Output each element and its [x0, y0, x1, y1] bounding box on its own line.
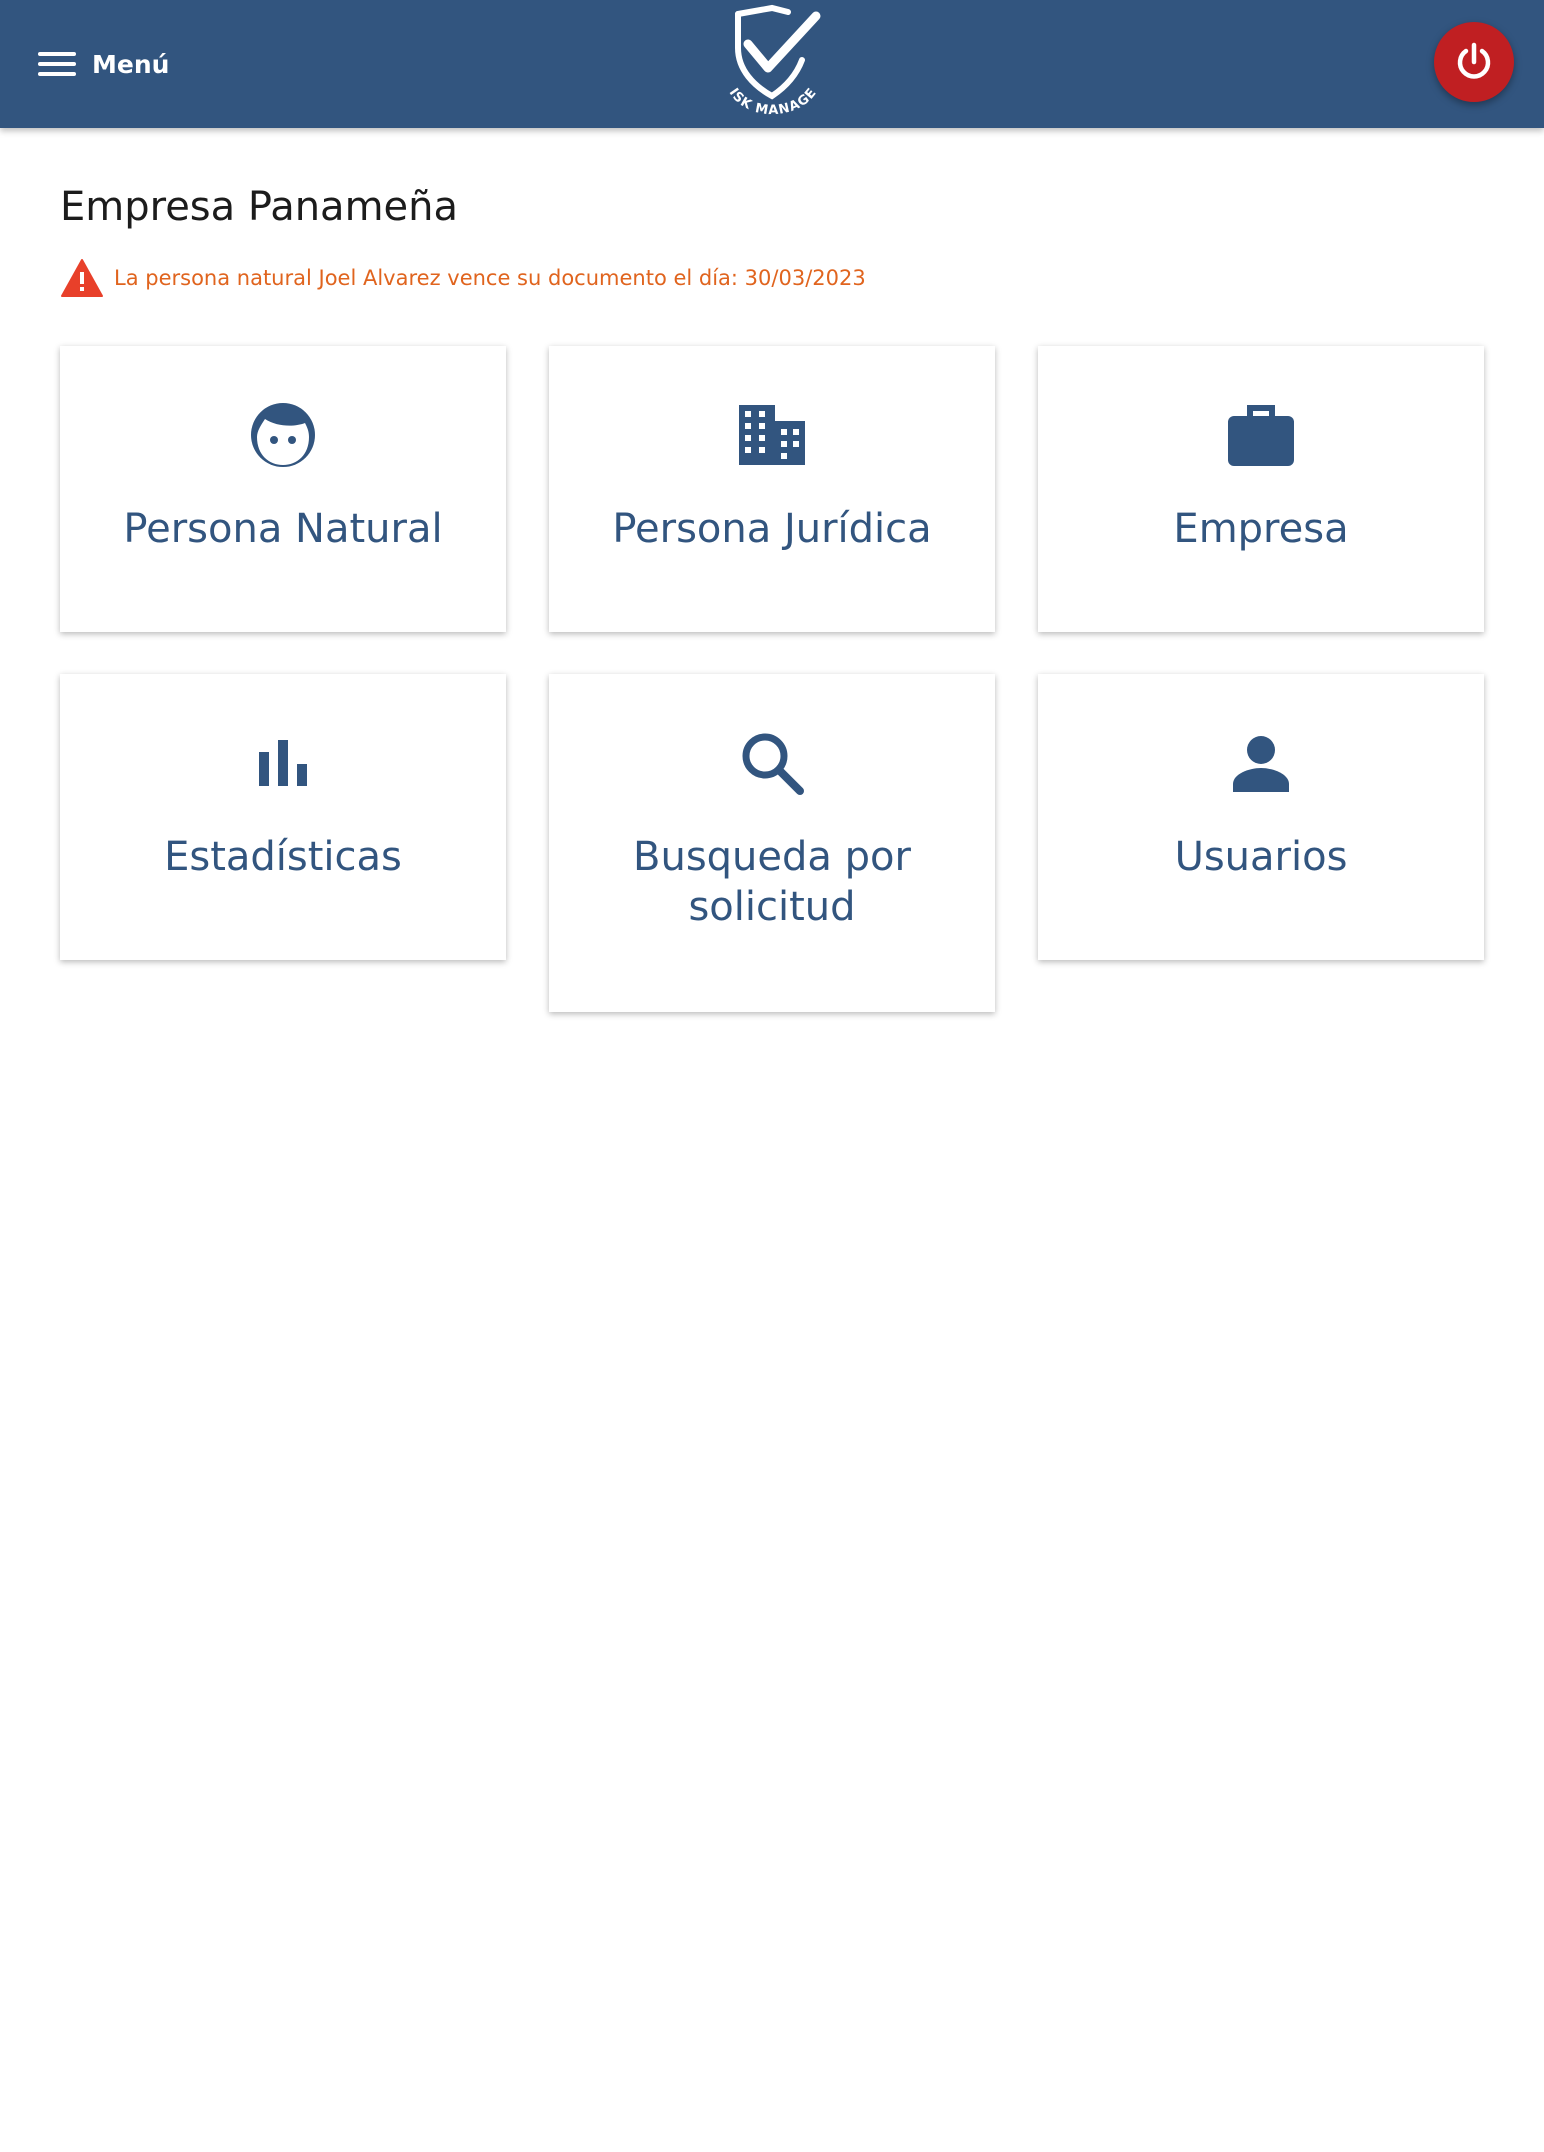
menu-label: Menú [92, 49, 170, 79]
card-label: Estadísticas [164, 834, 402, 880]
building-icon [549, 400, 995, 470]
card-usuarios[interactable]: Usuarios [1038, 674, 1484, 960]
power-icon [1457, 42, 1491, 79]
hamburger-icon [38, 52, 76, 76]
card-busqueda-por-solicitud[interactable]: Busqueda por solicitud [549, 674, 995, 1012]
power-button[interactable] [1434, 22, 1514, 102]
briefcase-icon [1038, 400, 1484, 470]
card-label: Empresa [1173, 506, 1349, 552]
card-label: Persona Jurídica [612, 506, 932, 552]
card-label: Persona Natural [123, 506, 443, 552]
search-icon [549, 728, 995, 798]
page-title: Empresa Panameña [60, 184, 459, 230]
person-icon [1038, 728, 1484, 798]
card-label: Usuarios [1174, 834, 1348, 880]
app-bar: Menú RISK MANAGER [0, 0, 1544, 128]
card-persona-natural[interactable]: Persona Natural [60, 346, 506, 632]
document-expiry-alert: La persona natural Joel Alvarez vence su… [60, 258, 866, 298]
card-persona-juridica[interactable]: Persona Jurídica [549, 346, 995, 632]
risk-manager-logo: RISK MANAGER [708, 0, 830, 126]
bar-chart-icon [60, 728, 506, 798]
card-estadisticas[interactable]: Estadísticas [60, 674, 506, 960]
warning-icon [61, 259, 103, 297]
face-icon [60, 400, 506, 470]
card-label: Busqueda por solicitud [633, 834, 911, 930]
card-empresa[interactable]: Empresa [1038, 346, 1484, 632]
alert-text: La persona natural Joel Alvarez vence su… [114, 266, 866, 290]
menu-button[interactable]: Menú [32, 36, 175, 92]
